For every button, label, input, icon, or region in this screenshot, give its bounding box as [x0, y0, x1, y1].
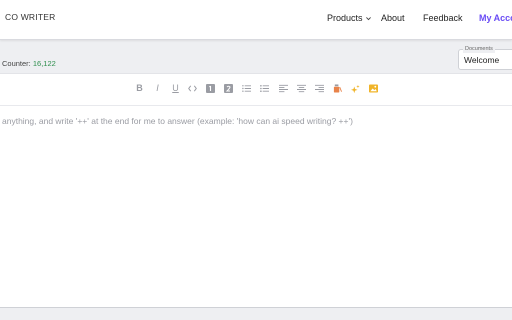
nav-feedback[interactable]: Feedback — [423, 13, 463, 23]
chevron-down-icon — [365, 14, 372, 24]
italic-icon: I — [156, 83, 159, 93]
insert-image-button[interactable] — [369, 84, 378, 93]
clear-format-icon — [333, 84, 342, 93]
clear-format-button[interactable] — [333, 84, 342, 93]
bold-button[interactable]: B — [135, 84, 144, 93]
heading-2-button[interactable] — [224, 84, 233, 93]
heading-1-icon — [206, 84, 215, 93]
top-navigation-bar: CO WRITER Products About Feedback My Acc… — [0, 0, 512, 40]
ordered-list-icon — [242, 85, 251, 92]
counter-value: 16,122 — [32, 59, 56, 68]
heading-2-icon — [224, 84, 233, 93]
bold-icon: B — [136, 83, 143, 93]
word-counter: Counter: 16,122 — [2, 59, 56, 68]
code-icon — [188, 85, 197, 92]
underline-button[interactable]: U — [171, 84, 180, 93]
underline-icon: U — [172, 83, 179, 93]
align-center-button[interactable] — [297, 84, 306, 93]
ai-sparkle-button[interactable] — [351, 84, 360, 93]
nav-products-label: Products — [327, 13, 363, 23]
heading-1-button[interactable] — [206, 84, 215, 93]
nav-my-account[interactable]: My Acco — [479, 13, 512, 23]
nav-products[interactable]: Products — [327, 13, 372, 24]
editor-panel: B I U anything, and write '++' at the en… — [0, 73, 512, 308]
align-left-icon — [279, 84, 288, 93]
counter-label: Counter: — [2, 59, 31, 68]
align-left-button[interactable] — [279, 84, 288, 93]
ordered-list-button[interactable] — [242, 84, 251, 93]
image-icon — [369, 84, 378, 93]
bullet-list-button[interactable] — [260, 84, 269, 93]
align-center-icon — [297, 84, 306, 93]
bullet-list-icon — [260, 84, 269, 93]
ai-sparkle-icon — [351, 84, 360, 93]
documents-select-value: Welcome — [464, 55, 500, 65]
app-logo[interactable]: CO WRITER — [5, 12, 55, 22]
align-right-icon — [315, 84, 324, 93]
nav-about[interactable]: About — [381, 13, 405, 23]
documents-select-legend: Documents — [463, 45, 495, 53]
italic-button[interactable]: I — [153, 84, 162, 93]
formatting-toolbar: B I U — [0, 74, 512, 106]
align-right-button[interactable] — [315, 84, 324, 93]
editor-textarea[interactable]: anything, and write '++' at the end for … — [2, 116, 353, 126]
documents-select[interactable]: Documents Welcome — [458, 45, 512, 70]
code-button[interactable] — [188, 84, 197, 93]
